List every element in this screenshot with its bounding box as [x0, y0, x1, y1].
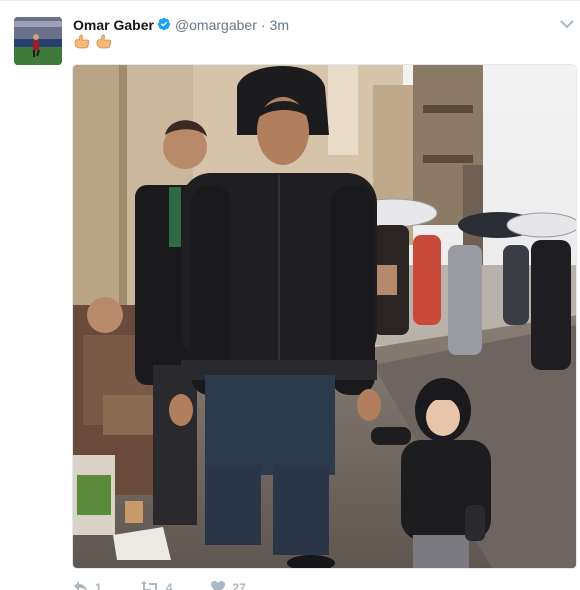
reply-icon [73, 580, 89, 590]
street-photo [73, 65, 576, 568]
retweet-icon [140, 580, 160, 590]
hand-emoji-icon [73, 34, 91, 52]
user-handle[interactable]: @omargaber [175, 17, 257, 33]
avatar-image [14, 17, 62, 65]
tweet-timestamp[interactable]: 3m [270, 17, 289, 33]
retweet-count: 4 [165, 581, 173, 590]
tweet-header: Omar Gaber @omargaber · 3m [73, 15, 289, 35]
reply-count: 1 [95, 581, 102, 590]
display-name[interactable]: Omar Gaber [73, 17, 154, 33]
verified-badge-icon [157, 17, 171, 34]
hand-emoji-icon [95, 34, 113, 52]
reply-button[interactable]: 1 [73, 580, 102, 590]
chevron-down-icon[interactable] [560, 16, 574, 29]
like-button[interactable]: 27 [210, 580, 246, 590]
tweet-photo[interactable] [72, 64, 577, 569]
separator-dot: · [260, 17, 266, 33]
avatar[interactable] [14, 17, 62, 65]
tweet-card[interactable]: Omar Gaber @omargaber · 3m 1 4 27 [0, 0, 580, 590]
heart-icon [210, 580, 226, 590]
tweet-text [73, 34, 113, 52]
retweet-button[interactable]: 4 [140, 580, 173, 590]
like-count: 27 [232, 581, 246, 590]
tweet-actions: 1 4 27 [73, 580, 284, 590]
